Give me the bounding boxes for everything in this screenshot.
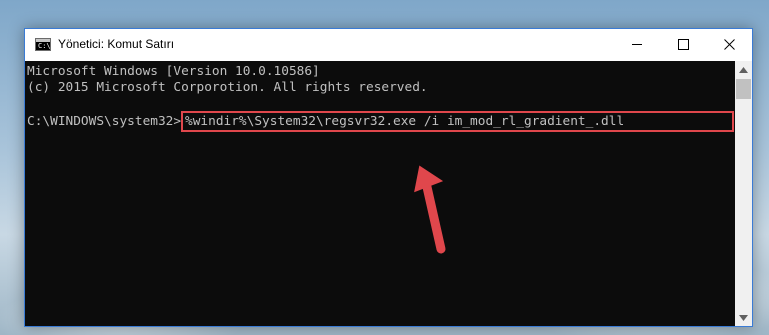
cmd-icon: C:\ bbox=[35, 38, 51, 51]
console-line-copyright: (c) 2015 Microsoft Corporotion. All righ… bbox=[27, 80, 428, 95]
scroll-up-icon bbox=[739, 66, 748, 73]
title-bar[interactable]: C:\ Yönetici: Komut Satırı bbox=[25, 29, 752, 61]
minimize-icon bbox=[631, 44, 642, 45]
vertical-scrollbar[interactable] bbox=[735, 61, 752, 326]
close-icon bbox=[723, 39, 735, 50]
scroll-down-button[interactable] bbox=[735, 309, 752, 326]
scroll-thumb[interactable] bbox=[736, 79, 751, 99]
maximize-icon bbox=[677, 39, 689, 50]
scroll-up-button[interactable] bbox=[735, 61, 752, 78]
close-button[interactable] bbox=[706, 29, 752, 60]
red-arrow-icon bbox=[414, 165, 446, 254]
console-prompt: C:\WINDOWS\system32> bbox=[27, 114, 182, 129]
window-title: Yönetici: Komut Satırı bbox=[58, 37, 175, 51]
console-line-version: Microsoft Windows [Version 10.0.10586] bbox=[27, 64, 320, 79]
command-prompt-window[interactable]: C:\ Yönetici: Komut Satırı Microsoft Win… bbox=[24, 28, 753, 327]
command-input[interactable]: %windir%\System32\regsvr32.exe /i im_mod… bbox=[185, 114, 624, 130]
maximize-button[interactable] bbox=[660, 29, 706, 60]
console-output[interactable]: Microsoft Windows [Version 10.0.10586] (… bbox=[25, 61, 735, 326]
minimize-button[interactable] bbox=[614, 29, 660, 60]
scroll-down-icon bbox=[739, 314, 748, 321]
cmd-icon-prompt: C:\ bbox=[38, 42, 51, 50]
